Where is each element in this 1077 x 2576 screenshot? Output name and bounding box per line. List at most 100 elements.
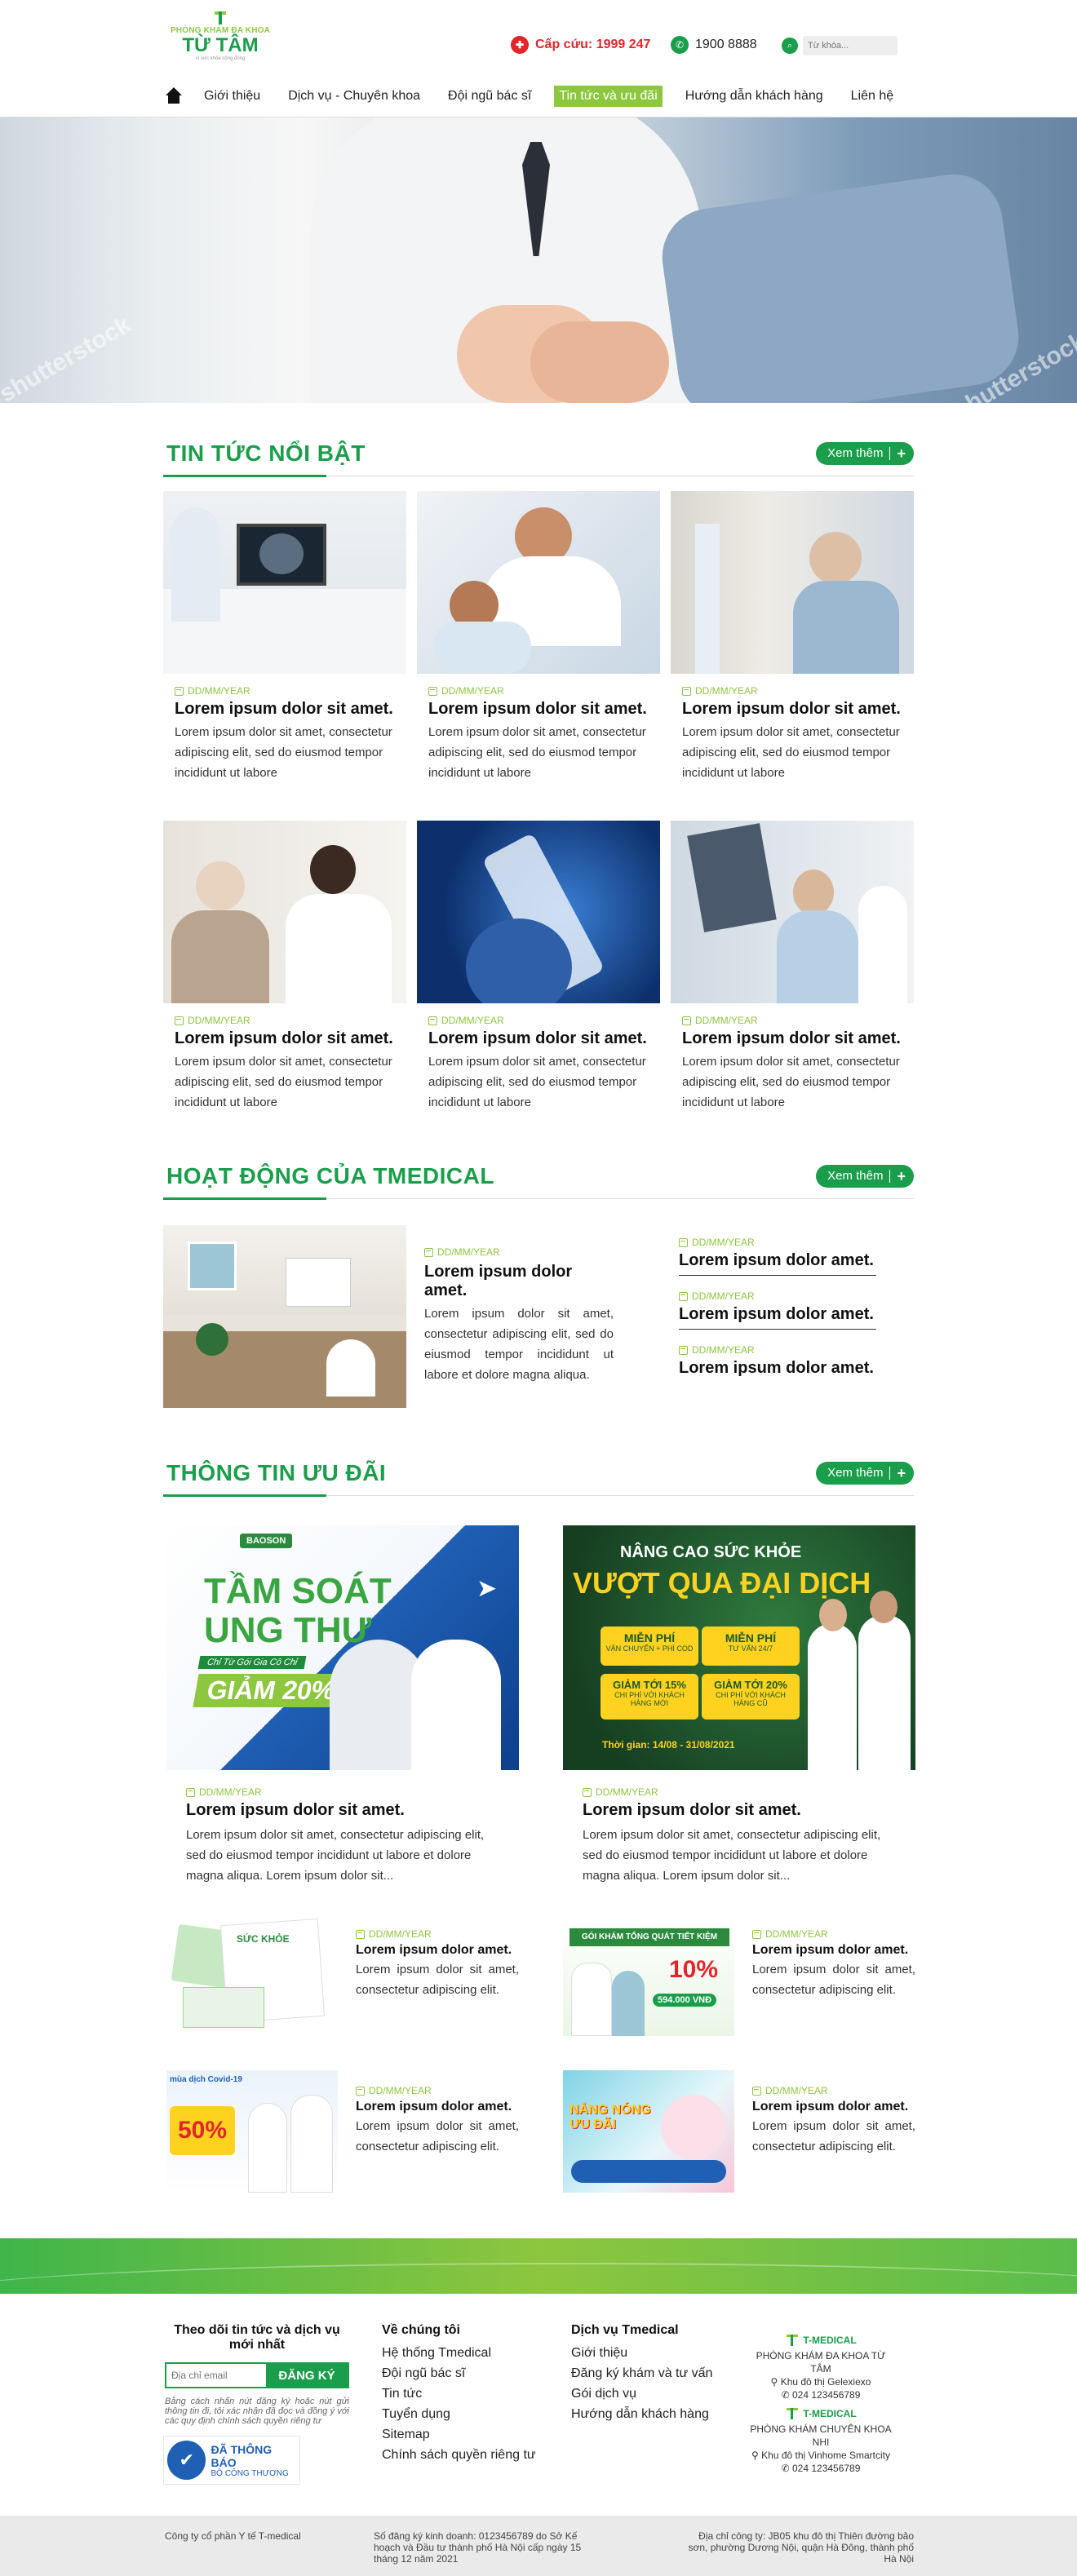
footer-link[interactable]: Tuyển dụng bbox=[382, 2404, 536, 2424]
nav-item-tin-tuc[interactable]: Tin tức và ưu đãi bbox=[554, 85, 663, 107]
see-more-button[interactable]: Xem thêm + bbox=[816, 1164, 914, 1188]
activity-title: Lorem ipsum dolor amet. bbox=[679, 1359, 874, 1377]
news-card[interactable]: DD/MM/YEAR Lorem ipsum dolor sit amet. L… bbox=[671, 491, 914, 821]
footer-about: Về chúng tôi Hệ thống Tmedical Đội ngũ b… bbox=[382, 2323, 536, 2465]
home-icon[interactable] bbox=[163, 86, 184, 107]
news-card[interactable]: DD/MM/YEAR Lorem ipsum dolor sit amet. L… bbox=[417, 821, 660, 1150]
news-title[interactable]: Lorem ipsum dolor sit amet. bbox=[682, 700, 902, 719]
promo-small-pct: 10% bbox=[669, 1956, 719, 1983]
footer-link[interactable]: Gói dịch vụ bbox=[571, 2383, 712, 2404]
news-card[interactable]: DD/MM/YEAR Lorem ipsum dolor sit amet. L… bbox=[163, 491, 406, 821]
search-box: ⌕ bbox=[782, 36, 898, 55]
promo-small-card[interactable]: NẮNG NÓNG ƯU ĐÃI DD/MM/YEAR Lorem ipsum … bbox=[563, 2070, 915, 2193]
news-title[interactable]: Lorem ipsum dolor sit amet. bbox=[175, 1029, 395, 1048]
promo-headline: UNG THƯ bbox=[204, 1610, 372, 1650]
promo-small-banner: GÓI KHÁM TỔNG QUÁT TIẾT KIỆM 10% 594.000… bbox=[563, 1914, 734, 2036]
business-license: Số đăng ký kinh doanh: 0123456789 do Sở … bbox=[374, 2530, 582, 2565]
promo-title[interactable]: Lorem ipsum dolor sit amet. bbox=[186, 1801, 503, 1820]
email-field[interactable] bbox=[166, 2364, 266, 2387]
nav-item-lien-he[interactable]: Liên hệ bbox=[846, 86, 899, 107]
promo-small-card[interactable]: mùa dịch Covid-19 50% DD/MM/YEAR Lorem i… bbox=[166, 2070, 519, 2193]
promo-small-card[interactable]: SỨC KHỎE DD/MM/YEAR Lorem ipsum dolor am… bbox=[166, 1914, 519, 2036]
promo-small-desc: Lorem ipsum dolor sit amet, consectetur … bbox=[752, 2119, 915, 2153]
news-card[interactable]: DD/MM/YEAR Lorem ipsum dolor sit amet. L… bbox=[671, 821, 914, 1150]
gov-badge[interactable]: ✔ ĐÃ THÔNG BÁO BỘ CÔNG THƯƠNG bbox=[163, 2436, 300, 2485]
promo-discount: GIẢM 20% bbox=[193, 1674, 350, 1707]
promo-date: DD/MM/YEAR bbox=[752, 2085, 915, 2096]
divider bbox=[889, 1466, 891, 1480]
news-card[interactable]: DD/MM/YEAR Lorem ipsum dolor sit amet. L… bbox=[163, 821, 406, 1150]
news-image bbox=[163, 491, 406, 674]
search-input[interactable] bbox=[803, 36, 898, 55]
news-card[interactable]: DD/MM/YEAR Lorem ipsum dolor sit amet. L… bbox=[417, 491, 660, 821]
section-title: THÔNG TIN ƯU ĐÃI bbox=[166, 1459, 387, 1485]
nav-item-dich-vu[interactable]: Dịch vụ - Chuyên khoa bbox=[283, 86, 425, 107]
search-icon[interactable]: ⌕ bbox=[782, 38, 798, 54]
footer-link[interactable]: Hệ thống Tmedical bbox=[382, 2343, 536, 2363]
location-icon: ⚲ bbox=[770, 2376, 778, 2388]
calendar-icon bbox=[752, 1929, 761, 1939]
company-name: Công ty cổ phần Y tế T-medical bbox=[165, 2530, 301, 2542]
nav-item-gioi-thieu[interactable]: Giới thiệu bbox=[199, 86, 265, 107]
subscribe-block: Theo dõi tin tức và dịch vụ mới nhất ĐĂN… bbox=[165, 2323, 349, 2426]
activity-list-item[interactable]: DD/MM/YEAR Lorem ipsum dolor amet. bbox=[679, 1230, 876, 1276]
footer-link[interactable]: Hướng dẫn khách hàng bbox=[571, 2404, 712, 2424]
activity-main-post: DD/MM/YEAR Lorem ipsum dolor amet. Lorem… bbox=[406, 1225, 614, 1450]
nav-item-huong-dan[interactable]: Hướng dẫn khách hàng bbox=[680, 86, 828, 107]
footer-link[interactable]: Chính sách quyền riêng tư bbox=[382, 2445, 536, 2465]
hero-banner: shutterstock shutterstock bbox=[0, 117, 1077, 403]
promo-date: DD/MM/YEAR bbox=[752, 1928, 915, 1940]
news-body: DD/MM/YEAR Lorem ipsum dolor sit amet. L… bbox=[671, 1003, 914, 1150]
subscribe-button[interactable]: ĐĂNG KÝ bbox=[266, 2364, 348, 2387]
news-title[interactable]: Lorem ipsum dolor sit amet. bbox=[682, 1029, 902, 1048]
activity-content: DD/MM/YEAR Lorem ipsum dolor amet. Lorem… bbox=[163, 1225, 914, 1450]
footer-link[interactable]: Giới thiệu bbox=[571, 2343, 712, 2363]
footer-link[interactable]: Tin tức bbox=[382, 2383, 536, 2404]
promo-small-card[interactable]: GÓI KHÁM TỔNG QUÁT TIẾT KIỆM 10% 594.000… bbox=[563, 1914, 915, 2036]
calendar-icon bbox=[175, 686, 184, 696]
footer-wave bbox=[0, 2238, 1077, 2294]
promo-title[interactable]: Lorem ipsum dolor sit amet. bbox=[583, 1801, 899, 1820]
activity-list-item[interactable]: DD/MM/YEAR Lorem ipsum dolor amet. bbox=[679, 1284, 876, 1330]
activity-title[interactable]: Lorem ipsum dolor amet. bbox=[424, 1263, 614, 1300]
section-title: HOẠT ĐỘNG CỦA TMEDICAL bbox=[166, 1162, 494, 1188]
promo-box: GIẢM TỚI 15% CHI PHÍ VỚI KHÁCH HÀNG MỚI bbox=[601, 1674, 698, 1720]
promo-small-body: DD/MM/YEAR Lorem ipsum dolor amet. Lorem… bbox=[338, 1914, 519, 2036]
gov-badge-line1: ĐÃ THÔNG BÁO bbox=[211, 2442, 273, 2469]
site-logo[interactable]: PHÒNG KHÁM ĐA KHOA TỪ TÂM vì sức khỏe cộ… bbox=[163, 11, 277, 72]
calendar-icon bbox=[428, 686, 437, 696]
promo-date: DD/MM/YEAR bbox=[186, 1786, 503, 1798]
news-date: DD/MM/YEAR bbox=[175, 685, 395, 697]
logo-mark-icon bbox=[210, 11, 231, 24]
promo-card[interactable]: NÂNG CAO SỨC KHỎE VƯỢT QUA ĐẠI DỊCH MIỄN… bbox=[563, 1525, 915, 1886]
promo-small-title: Lorem ipsum dolor amet. bbox=[752, 2100, 909, 2113]
promo-desc: Lorem ipsum dolor sit amet, consectetur … bbox=[583, 1828, 881, 1883]
news-image bbox=[417, 491, 660, 674]
activity-image[interactable] bbox=[163, 1225, 406, 1408]
news-title[interactable]: Lorem ipsum dolor sit amet. bbox=[428, 1029, 649, 1048]
brand-phone[interactable]: ✆ 024 123456789 bbox=[747, 2462, 894, 2475]
news-title[interactable]: Lorem ipsum dolor sit amet. bbox=[175, 700, 395, 719]
news-date: DD/MM/YEAR bbox=[428, 685, 649, 697]
footer-link[interactable]: Đội ngũ bác sĩ bbox=[382, 2363, 536, 2383]
news-image bbox=[163, 821, 406, 1003]
activity-list-item[interactable]: DD/MM/YEAR Lorem ipsum dolor amet. bbox=[679, 1338, 876, 1383]
emergency-contact[interactable]: ✚ Cấp cứu: 1999 247 bbox=[511, 36, 650, 54]
phone-icon: ✆ bbox=[781, 2463, 790, 2474]
footer-link[interactable]: Sitemap bbox=[382, 2424, 536, 2445]
brand-phone[interactable]: ✆ 024 123456789 bbox=[747, 2388, 894, 2401]
nav-item-doi-ngu[interactable]: Đội ngũ bác sĩ bbox=[443, 86, 536, 107]
divider bbox=[889, 1169, 891, 1183]
news-title[interactable]: Lorem ipsum dolor sit amet. bbox=[428, 700, 649, 719]
see-more-button[interactable]: Xem thêm + bbox=[816, 1461, 914, 1485]
news-date: DD/MM/YEAR bbox=[428, 1015, 649, 1026]
hotline-number: 1900 8888 bbox=[695, 38, 757, 51]
hero-watermark: shutterstock bbox=[0, 311, 135, 403]
see-more-button[interactable]: Xem thêm + bbox=[816, 441, 914, 465]
footer-link[interactable]: Đăng ký khám và tư vấn bbox=[571, 2363, 712, 2383]
promo-card[interactable]: BAOSON TẦM SOÁT UNG THƯ Chỉ Từ Gói Gia C… bbox=[166, 1525, 519, 1886]
activity-date: DD/MM/YEAR bbox=[679, 1290, 876, 1302]
hotline-contact[interactable]: ✆ 1900 8888 bbox=[671, 36, 757, 54]
plus-icon: + bbox=[897, 445, 906, 462]
activity-title: Lorem ipsum dolor amet. bbox=[679, 1251, 874, 1269]
